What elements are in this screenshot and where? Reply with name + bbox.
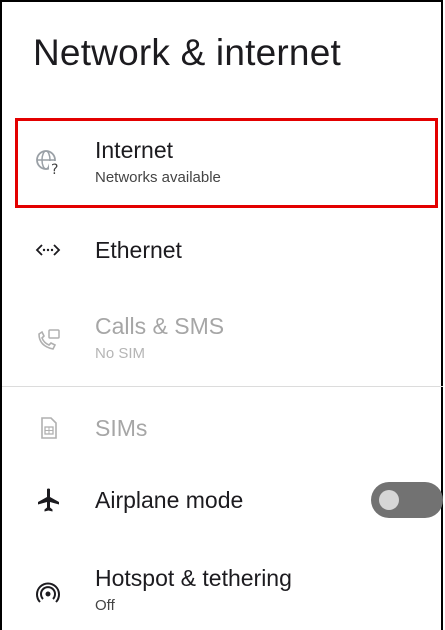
airplane-mode-title: Airplane mode — [95, 487, 244, 513]
hotspot-subtitle: Off — [95, 597, 115, 614]
setting-item-calls-sms[interactable]: Calls & SMS No SIM — [2, 300, 443, 380]
airplane-mode-toggle[interactable] — [371, 482, 443, 518]
calls-sms-subtitle: No SIM — [95, 345, 146, 362]
page-title: Network & internet — [33, 32, 341, 73]
hotspot-icon — [34, 578, 62, 606]
sims-title: SIMs — [95, 415, 148, 441]
section-divider — [2, 386, 443, 387]
highlight-box — [15, 118, 438, 208]
hotspot-title: Hotspot & tethering — [95, 565, 292, 591]
sim-card-icon — [34, 414, 62, 442]
airplane-icon — [34, 486, 62, 514]
ethernet-title: Ethernet — [95, 237, 182, 263]
setting-item-sims[interactable]: SIMs — [2, 398, 443, 458]
setting-item-ethernet[interactable]: Ethernet — [2, 220, 443, 280]
toggle-knob — [379, 490, 399, 510]
setting-item-hotspot[interactable]: Hotspot & tethering Off — [2, 548, 443, 628]
calls-sms-icon — [34, 326, 62, 354]
ethernet-icon — [34, 236, 62, 264]
calls-sms-title: Calls & SMS — [95, 313, 225, 339]
